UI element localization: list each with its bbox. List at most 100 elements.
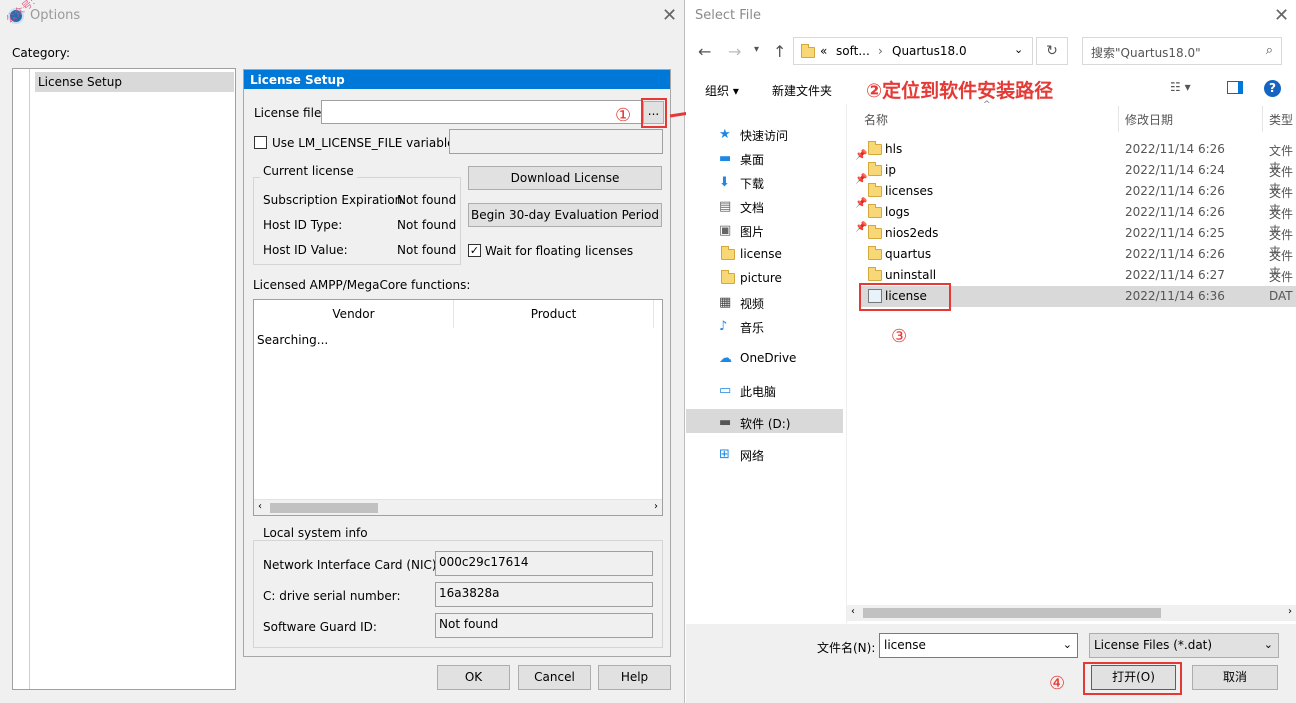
help-button[interactable]: Help [598,665,671,690]
file-row[interactable]: ip 2022/11/14 6:24 文件夹 [860,160,1296,196]
cancel-button-sf[interactable]: 取消 [1192,665,1278,690]
category-item-license-setup[interactable]: License Setup [35,72,234,92]
wait-floating-checkbox[interactable]: ✓ [468,244,481,257]
file-date: 2022/11/14 6:26 [1125,184,1225,198]
nav-item-picture[interactable]: picture [711,267,861,289]
search-placeholder: 搜索"Quartus18.0" [1091,46,1201,60]
organize-button[interactable]: 组织 ▾ [705,82,739,99]
hostid-type-value: Not found [397,218,457,232]
file-row[interactable]: licenses 2022/11/14 6:26 文件夹 [860,181,1296,217]
file-type: DAT [1269,289,1293,303]
preview-pane-icon[interactable] [1227,81,1243,94]
recent-dropdown-icon[interactable]: ▾ [754,44,759,55]
view-options-icon[interactable]: ☷ ▾ [1170,80,1191,94]
column-type[interactable]: 类型 [1269,111,1293,128]
scroll-thumb[interactable] [270,503,378,513]
refresh-icon[interactable]: ↻ [1036,37,1068,65]
picture-icon: ▣ [719,223,732,238]
select-file-close-icon[interactable]: ✕ [1274,5,1289,26]
lm-var-input[interactable] [449,129,663,154]
filetype-value: License Files (*.dat) [1094,638,1213,652]
cancel-button[interactable]: Cancel [518,665,591,690]
evaluation-button[interactable]: Begin 30-day Evaluation Period [468,203,662,227]
forward-icon[interactable]: → [728,42,741,61]
cloud-icon: ☁ [719,351,732,366]
address-part-1[interactable]: soft... [836,44,870,58]
nav-item-this-pc[interactable]: ▭ 此电脑 [711,379,861,401]
scroll-left-icon[interactable]: ‹ [258,501,262,512]
nav-item-downloads[interactable]: ⬇ 下载 📌 [711,171,867,193]
address-part-2[interactable]: Quartus18.0 [892,44,967,58]
lm-var-checkbox[interactable] [254,136,267,149]
folder-icon [868,183,882,197]
document-icon: ▤ [719,199,732,214]
file-row[interactable]: hls 2022/11/14 6:26 文件夹 [860,139,1296,175]
address-bar[interactable]: « soft... › Quartus18.0 ⌄ [793,37,1033,65]
scroll-right-icon[interactable]: › [654,501,658,512]
back-icon[interactable]: ← [698,42,711,61]
wait-floating-label: Wait for floating licenses [485,244,634,258]
nav-item-videos[interactable]: ▦ 视频 [711,291,861,313]
serial-value: 16a3828a [435,582,653,607]
help-icon[interactable]: ? [1264,80,1281,97]
new-folder-button[interactable]: 新建文件夹 [772,82,832,99]
nav-item-drive-d[interactable]: ▬ 软件 (D:) [711,411,861,433]
tree-line [29,69,30,689]
file-row[interactable]: quartus 2022/11/14 6:26 文件夹 [860,244,1296,280]
serial-label: C: drive serial number: [263,589,401,603]
scroll-left-icon[interactable]: ‹ [851,606,855,617]
file-date: 2022/11/14 6:26 [1125,205,1225,219]
hostid-value-value: Not found [397,243,457,257]
address-overflow[interactable]: « [820,44,827,58]
file-date: 2022/11/14 6:26 [1125,247,1225,261]
breadcrumb-separator-icon: › [878,44,883,58]
up-icon[interactable]: ↑ [773,42,786,61]
address-dropdown-icon[interactable]: ⌄ [1014,43,1023,56]
file-list-scrollbar[interactable]: ‹ › [847,605,1296,621]
category-tree: License Setup [12,68,236,690]
nav-label: 快速访问 [740,129,789,143]
nav-label: 下载 [740,177,765,191]
file-date: 2022/11/14 6:36 [1125,289,1225,303]
column-date[interactable]: 修改日期 [1125,111,1173,128]
ok-button[interactable]: OK [437,665,510,690]
column-header-vendor[interactable]: Vendor [254,300,454,328]
nav-item-desktop[interactable]: ▬ 桌面 📌 [711,147,867,169]
folder-icon [721,270,735,284]
table-scrollbar[interactable]: ‹ › [254,499,662,515]
nav-item-music[interactable]: ♪ 音乐 [711,315,861,337]
select-file-title: Select File [695,8,761,23]
filetype-select[interactable]: License Files (*.dat) ⌄ [1089,633,1279,658]
guard-label: Software Guard ID: [263,620,377,634]
ampp-table: Vendor Product Searching... ‹ › [253,299,663,516]
drive-icon: ▬ [719,415,732,430]
file-row[interactable]: nios2eds 2022/11/14 6:25 文件夹 [860,223,1296,259]
chevron-down-icon[interactable]: ⌄ [1063,638,1072,651]
scroll-right-icon[interactable]: › [1288,606,1292,617]
nav-item-pictures[interactable]: ▣ 图片 📌 [711,219,867,241]
search-input[interactable]: 搜索"Quartus18.0" ⌕ [1082,37,1282,65]
column-divider [1262,106,1263,132]
nav-item-quick-access[interactable]: ★ 快速访问 [711,123,861,145]
license-file-input[interactable] [321,100,643,124]
nav-item-onedrive[interactable]: ☁ OneDrive [711,347,861,369]
filename-input[interactable]: license ⌄ [879,633,1078,658]
subscription-value: Not found [397,193,457,207]
nav-item-documents[interactable]: ▤ 文档 📌 [711,195,867,217]
column-name[interactable]: 名称 [864,111,888,128]
nav-item-license[interactable]: license [711,243,861,265]
chevron-down-icon[interactable]: ⌄ [1264,638,1273,651]
download-license-button[interactable]: Download License [468,166,662,190]
file-row[interactable]: logs 2022/11/14 6:26 文件夹 [860,202,1296,238]
nav-label: 音乐 [740,321,765,335]
scroll-thumb[interactable] [863,608,1161,618]
annotation-box-4 [1083,662,1182,695]
folder-icon [868,162,882,176]
nav-item-network[interactable]: ⊞ 网络 [711,443,861,465]
current-license-title: Current license [260,164,357,178]
local-info-title: Local system info [260,526,371,540]
file-name: quartus [885,247,932,261]
annotation-box-3 [859,283,951,311]
options-close-icon[interactable]: ✕ [662,5,677,26]
column-header-product[interactable]: Product [454,300,654,328]
